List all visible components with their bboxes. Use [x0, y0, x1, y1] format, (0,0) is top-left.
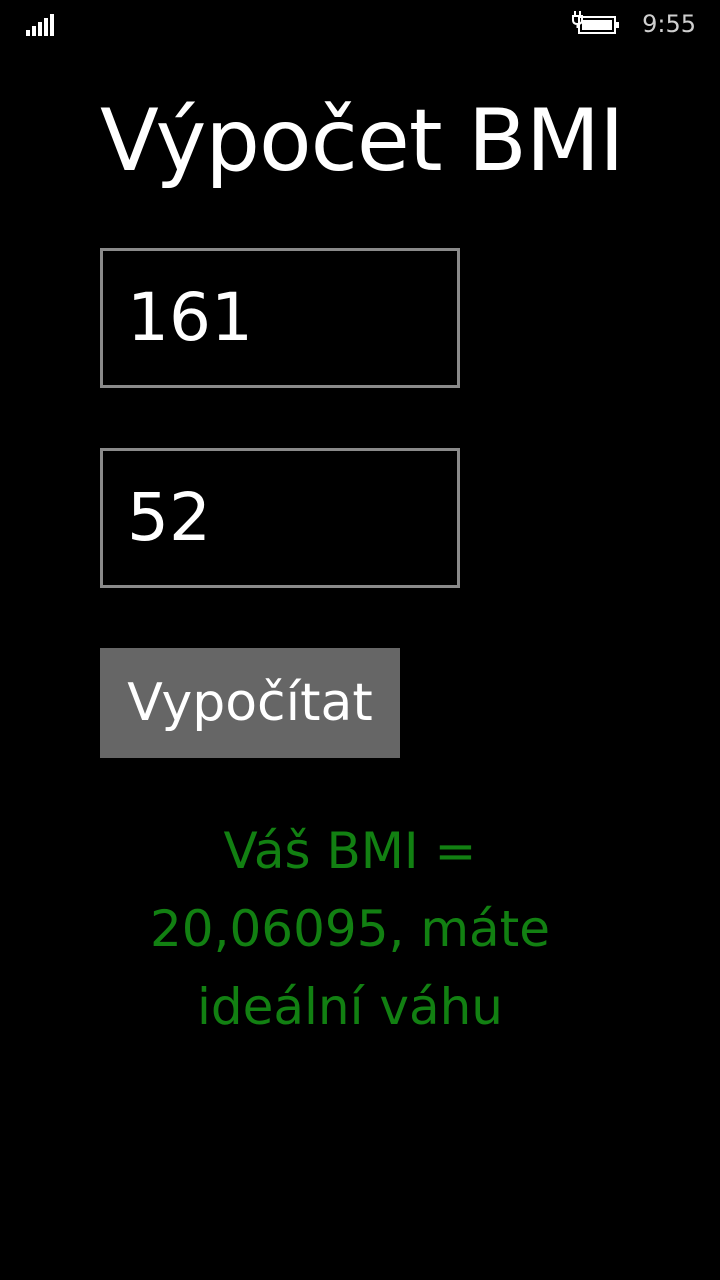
page-title: Výpočet BMI: [100, 91, 624, 191]
height-input[interactable]: 161: [100, 248, 460, 388]
signal-bars-icon: [26, 14, 54, 36]
status-bar: 9:55: [0, 0, 720, 50]
bmi-result-text: Váš BMI = 20,06095, máte ideální váhu: [149, 822, 551, 1036]
status-clock: 9:55: [642, 10, 696, 38]
calculate-button[interactable]: Vypočítat: [100, 648, 400, 758]
weight-input[interactable]: 52: [100, 448, 460, 588]
battery-charging-icon: [572, 11, 619, 34]
